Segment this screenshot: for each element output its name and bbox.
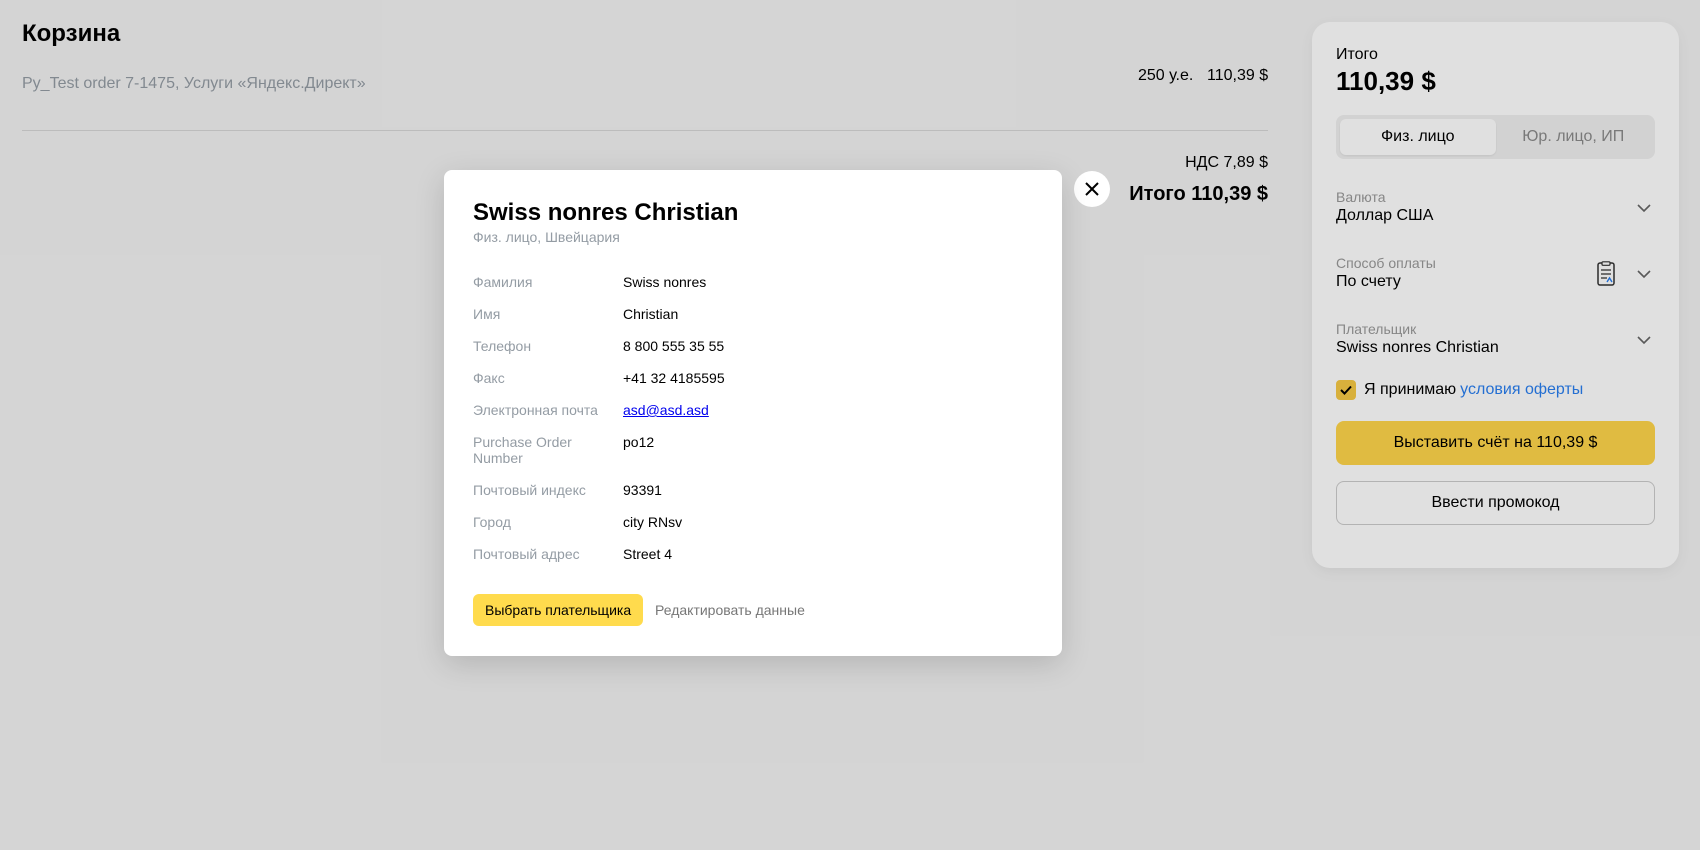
detail-row: Почтовый адрес Street 4: [473, 546, 1033, 562]
detail-value: city RNsv: [623, 514, 683, 530]
detail-label: Почтовый индекс: [473, 482, 586, 498]
detail-label: Электронная почта: [473, 402, 598, 418]
detail-row: Почтовый индекс 93391: [473, 482, 1033, 498]
detail-value: 93391: [623, 482, 662, 498]
detail-row: Факс +41 32 4185595: [473, 370, 1033, 386]
detail-row: Фамилия Swiss nonres: [473, 274, 1033, 290]
detail-row: Электронная почта asd@asd.asd: [473, 402, 1033, 418]
detail-value: Christian: [623, 306, 679, 322]
detail-label: Город: [473, 514, 511, 530]
detail-label: Почтовый адрес: [473, 546, 580, 562]
detail-label: Телефон: [473, 338, 532, 354]
detail-value: po12: [623, 434, 655, 450]
detail-label: Имя: [473, 306, 501, 322]
detail-value: asd@asd.asd: [623, 402, 709, 418]
detail-row: Имя Christian: [473, 306, 1033, 322]
detail-row: Телефон 8 800 555 35 55: [473, 338, 1033, 354]
detail-label: Факс: [473, 370, 505, 386]
edit-data-button[interactable]: Редактировать данные: [655, 602, 805, 618]
payer-details-list: Фамилия Swiss nonres Имя Christian Телеф…: [473, 274, 1033, 578]
detail-label: Purchase Order Number: [473, 434, 572, 466]
detail-value: +41 32 4185595: [623, 370, 725, 386]
close-icon: [1085, 182, 1099, 196]
detail-row: Город city RNsv: [473, 514, 1033, 530]
choose-payer-button[interactable]: Выбрать плательщика: [473, 594, 644, 626]
detail-row: Purchase Order Number po12: [473, 434, 1033, 466]
close-modal-button[interactable]: [1074, 171, 1110, 207]
detail-value: Swiss nonres: [623, 274, 707, 290]
detail-value: Street 4: [623, 546, 673, 562]
detail-value: 8 800 555 35 55: [623, 338, 725, 354]
modal-subtitle: Физ. лицо, Швейцария: [473, 229, 620, 245]
detail-label: Фамилия: [473, 274, 533, 290]
payer-details-modal: Swiss nonres Christian Физ. лицо, Швейца…: [444, 170, 1062, 656]
modal-title: Swiss nonres Christian: [473, 199, 739, 226]
email-link[interactable]: asd@asd.asd: [623, 402, 709, 418]
